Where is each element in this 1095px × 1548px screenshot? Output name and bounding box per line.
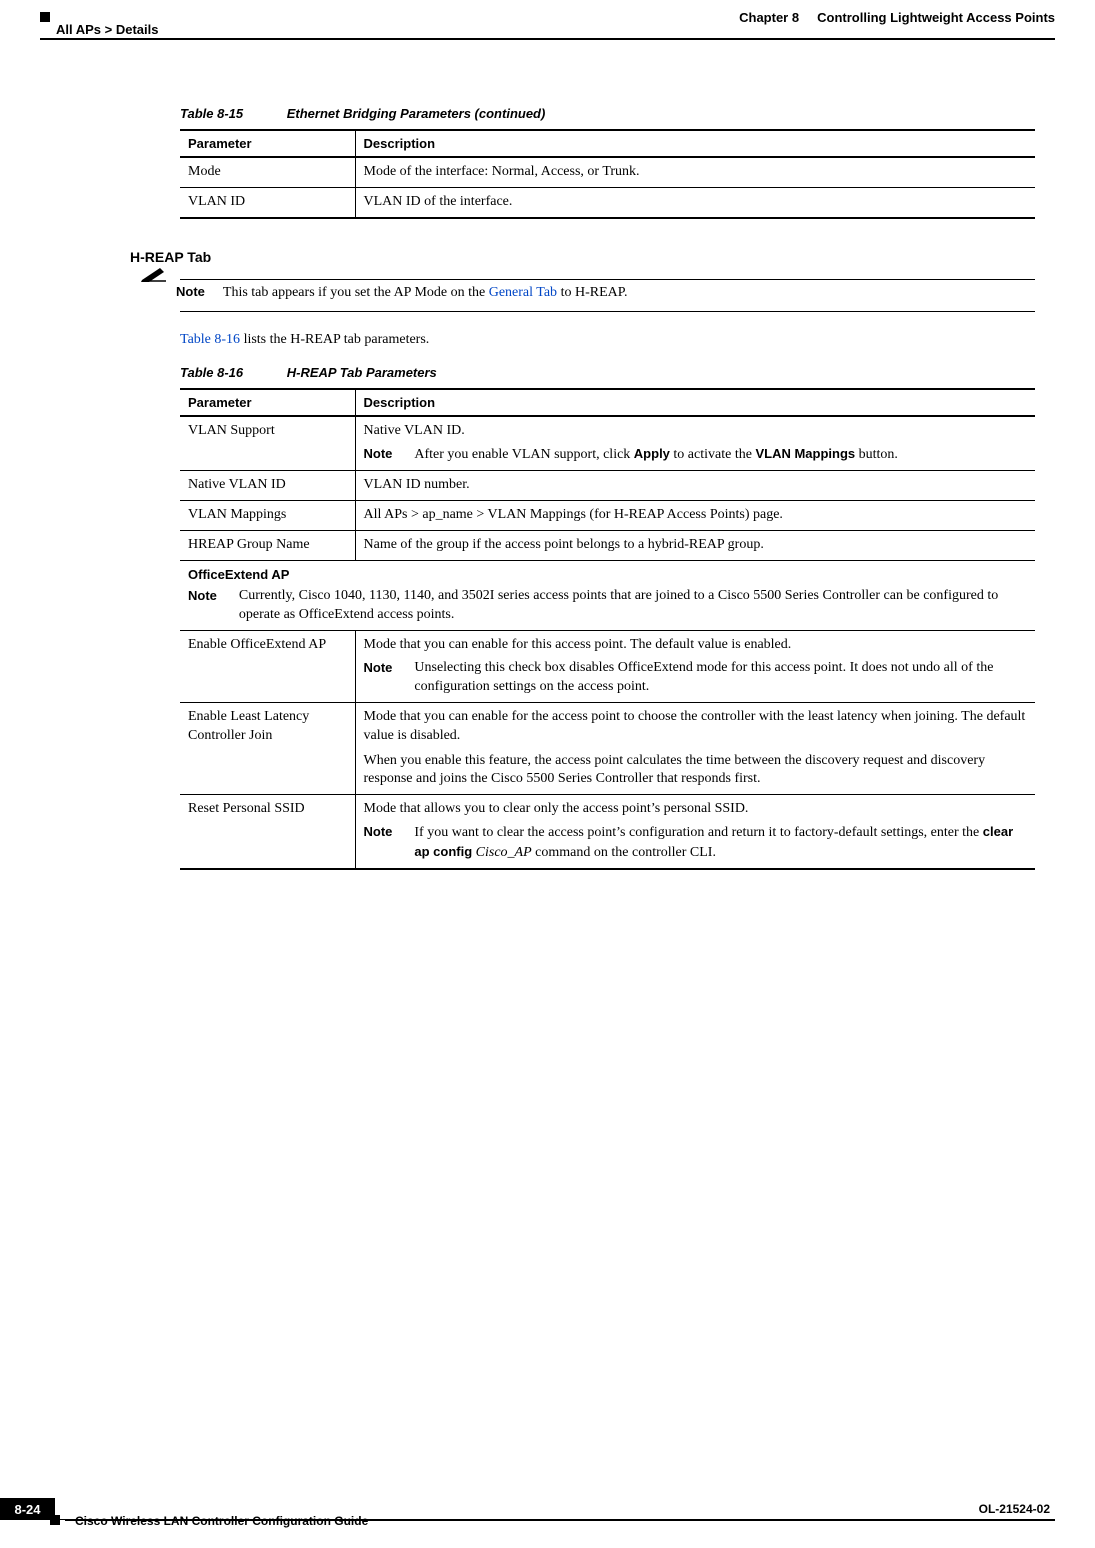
note-suffix: command on the controller CLI.: [532, 845, 716, 860]
table-row: Reset Personal SSID Mode that allows you…: [180, 795, 1035, 869]
table-8-15-caption: Table 8-15 Ethernet Bridging Parameters …: [180, 106, 1035, 121]
table-row: VLAN ID VLAN ID of the interface.: [180, 187, 1035, 217]
footer-doc-id: OL-21524-02: [979, 1502, 1050, 1516]
note-block: Note This tab appears if you set the AP …: [130, 279, 1035, 312]
note-label: Note: [364, 823, 393, 841]
desc-line: Native VLAN ID.: [364, 422, 1028, 441]
table-header-row: Parameter Description: [180, 130, 1035, 157]
note-prefix: If you want to clear the access point’s …: [414, 825, 982, 840]
note-pencil-icon: [130, 266, 172, 284]
desc-cell: Mode of the interface: Normal, Access, o…: [355, 157, 1035, 187]
note-text: Currently, Cisco 1040, 1130, 1140, and 3…: [239, 587, 1027, 625]
inner-note: Note After you enable VLAN support, clic…: [364, 445, 1028, 465]
param-cell: Native VLAN ID: [180, 471, 355, 501]
desc-cell: VLAN ID number.: [355, 471, 1035, 501]
note-text: This tab appears if you set the AP Mode …: [223, 284, 1035, 303]
inner-note: Note If you want to clear the access poi…: [364, 823, 1028, 863]
note-label: Note: [188, 587, 217, 605]
table-row: Native VLAN ID VLAN ID number.: [180, 471, 1035, 501]
param-cell: HREAP Group Name: [180, 530, 355, 560]
col-description: Description: [355, 130, 1035, 157]
footer-guide-title: Cisco Wireless LAN Controller Configurat…: [75, 1514, 1095, 1528]
cisco-ap-italic: Cisco_AP: [472, 845, 532, 860]
table-row: Mode Mode of the interface: Normal, Acce…: [180, 157, 1035, 187]
table-row: Enable Least Latency Controller Join Mod…: [180, 702, 1035, 795]
desc-p1: Mode that you can enable for the access …: [364, 708, 1028, 746]
note-text: After you enable VLAN support, click App…: [414, 445, 1027, 465]
desc-cell: Mode that you can enable for the access …: [355, 702, 1035, 795]
param-cell: Enable Least Latency Controller Join: [180, 702, 355, 795]
col-description: Description: [355, 389, 1035, 416]
officeextend-heading: OfficeExtend AP: [188, 566, 1027, 584]
chapter-label: Chapter 8: [739, 10, 799, 25]
table-row: Enable OfficeExtend AP Mode that you can…: [180, 631, 1035, 703]
table-row: HREAP Group Name Name of the group if th…: [180, 530, 1035, 560]
hreap-intro: Table 8-16 lists the H-REAP tab paramete…: [180, 330, 1035, 350]
table-8-15: Parameter Description Mode Mode of the i…: [180, 129, 1035, 219]
param-cell: VLAN Support: [180, 416, 355, 470]
note-text: Unselecting this check box disables Offi…: [414, 659, 1027, 697]
col-parameter: Parameter: [180, 389, 355, 416]
breadcrumb: All APs > Details: [56, 22, 158, 37]
param-cell: Enable OfficeExtend AP: [180, 631, 355, 703]
note-text-prefix: This tab appears if you set the AP Mode …: [223, 285, 489, 300]
desc-p2: When you enable this feature, the access…: [364, 752, 1028, 790]
desc-line: Mode that allows you to clear only the a…: [364, 800, 1028, 819]
table-8-16-num: Table 8-16: [180, 365, 243, 380]
general-tab-link[interactable]: General Tab: [489, 285, 557, 300]
table-8-16-caption: Table 8-16 H-REAP Tab Parameters: [180, 365, 1035, 380]
header-right: Chapter 8 Controlling Lightweight Access…: [739, 10, 1055, 25]
note-text: If you want to clear the access point’s …: [414, 823, 1027, 863]
desc-cell: All APs > ap_name > VLAN Mappings (for H…: [355, 500, 1035, 530]
chapter-title: Controlling Lightweight Access Points: [817, 10, 1055, 25]
officeextend-section-cell: OfficeExtend AP Note Currently, Cisco 10…: [180, 560, 1035, 630]
table-header-row: Parameter Description: [180, 389, 1035, 416]
hreap-tab-heading: H-REAP Tab: [130, 249, 1035, 265]
note-label: Note: [364, 445, 393, 463]
table-8-16-link[interactable]: Table 8-16: [180, 332, 240, 347]
footer-bottom-rule: [55, 1519, 1055, 1520]
desc-cell: Mode that you can enable for this access…: [355, 631, 1035, 703]
desc-cell: Name of the group if the access point be…: [355, 530, 1035, 560]
header-rule: [40, 38, 1055, 40]
col-parameter: Parameter: [180, 130, 355, 157]
table-8-15-title: Ethernet Bridging Parameters (continued): [287, 106, 546, 121]
vlan-mappings-bold: VLAN Mappings: [755, 446, 855, 461]
note-label: Note: [364, 659, 393, 677]
desc-cell: VLAN ID of the interface.: [355, 187, 1035, 217]
table-8-16: Parameter Description VLAN Support Nativ…: [180, 388, 1035, 870]
table-8-16-title: H-REAP Tab Parameters: [287, 365, 437, 380]
inner-note: Note Unselecting this check box disables…: [364, 659, 1028, 697]
desc-cell: Mode that allows you to clear only the a…: [355, 795, 1035, 869]
note-suffix: button.: [855, 447, 898, 462]
note-text-suffix: to H-REAP.: [557, 285, 627, 300]
header-left: All APs > Details: [40, 10, 158, 37]
page-footer: Cisco Wireless LAN Controller Configurat…: [0, 1519, 1095, 1528]
note-label: Note: [176, 284, 205, 299]
apply-bold: Apply: [634, 446, 670, 461]
note-mid: to activate the: [670, 447, 756, 462]
desc-line: Mode that you can enable for this access…: [364, 636, 1028, 655]
inner-note: Note Currently, Cisco 1040, 1130, 1140, …: [188, 587, 1027, 625]
note-prefix: After you enable VLAN support, click: [414, 447, 633, 462]
table-row: VLAN Support Native VLAN ID. Note After …: [180, 416, 1035, 470]
table-row: VLAN Mappings All APs > ap_name > VLAN M…: [180, 500, 1035, 530]
param-cell: Mode: [180, 157, 355, 187]
table-row-section: OfficeExtend AP Note Currently, Cisco 10…: [180, 560, 1035, 630]
param-cell: Reset Personal SSID: [180, 795, 355, 869]
param-cell: VLAN Mappings: [180, 500, 355, 530]
desc-cell: Native VLAN ID. Note After you enable VL…: [355, 416, 1035, 470]
table-8-15-num: Table 8-15: [180, 106, 243, 121]
param-cell: VLAN ID: [180, 187, 355, 217]
page-content: Table 8-15 Ethernet Bridging Parameters …: [180, 90, 1035, 888]
page-header: All APs > Details Chapter 8 Controlling …: [40, 10, 1055, 37]
footer-page-number: 8-24: [0, 1498, 55, 1520]
header-square-icon: [40, 12, 50, 22]
hreap-intro-suffix: lists the H-REAP tab parameters.: [240, 332, 429, 347]
